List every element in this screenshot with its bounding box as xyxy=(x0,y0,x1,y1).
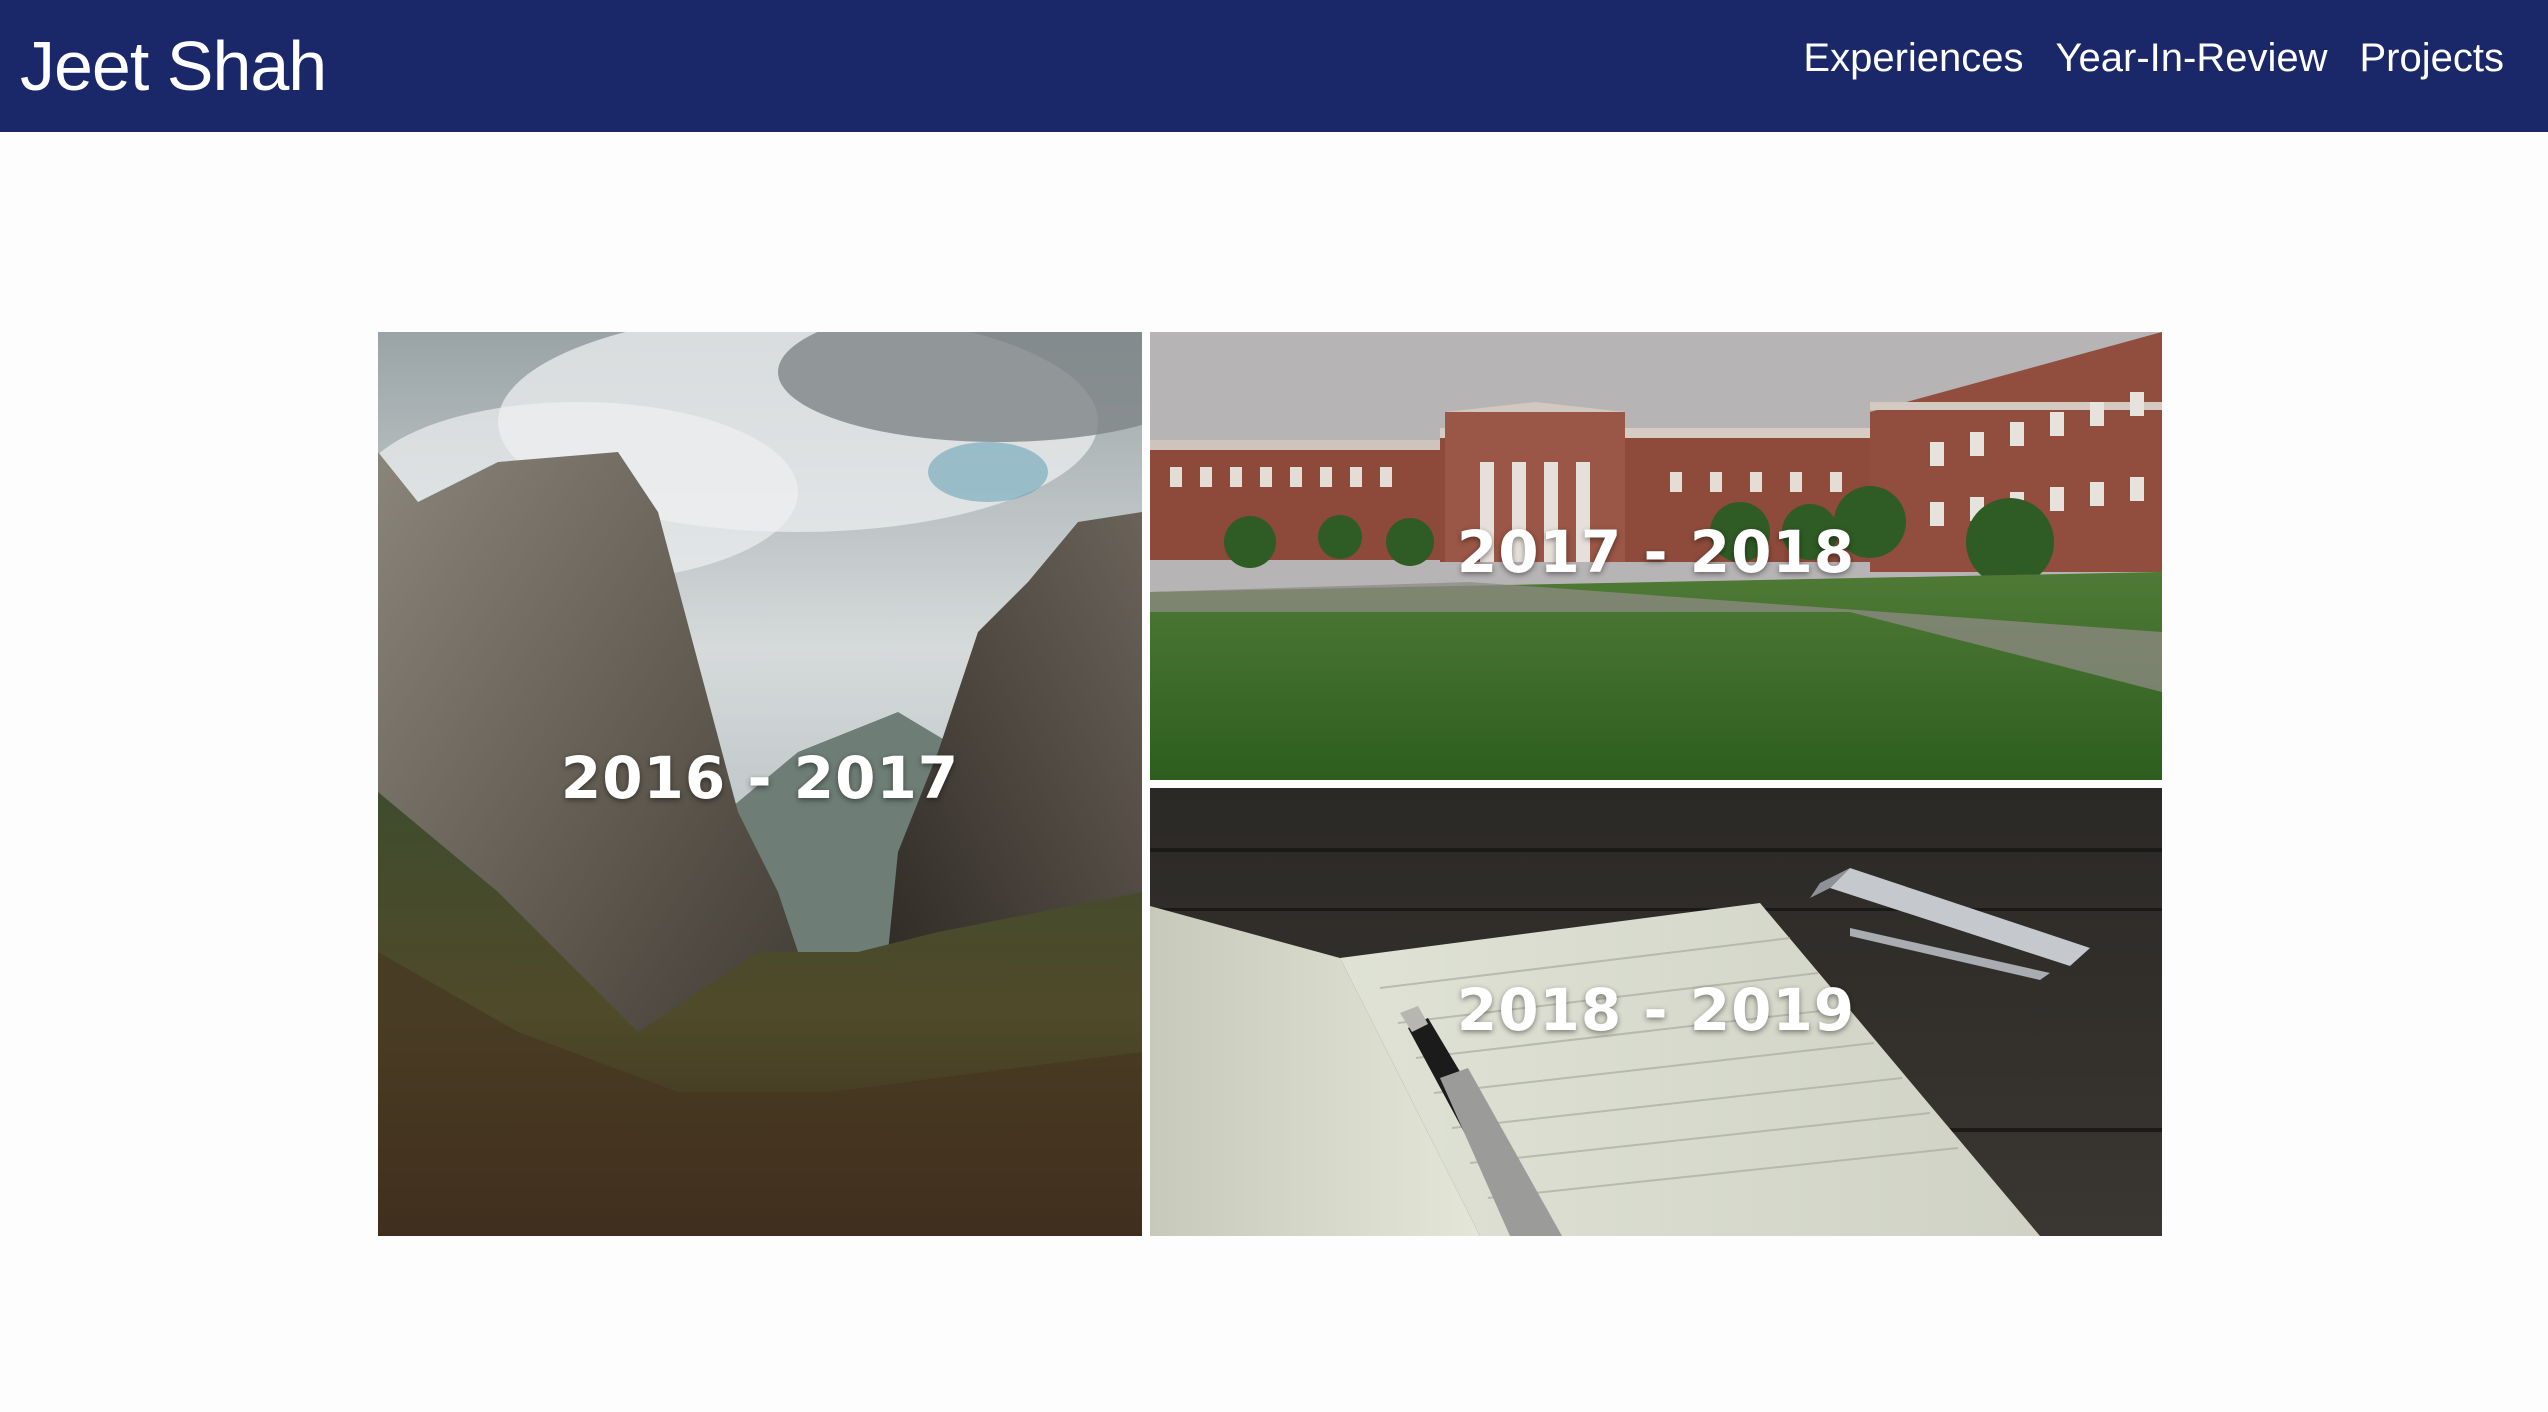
brand-logo-text[interactable]: Jeet Shah xyxy=(20,18,327,114)
nav-link-experiences[interactable]: Experiences xyxy=(1803,30,2023,86)
main-nav: Experiences Year-In-Review Projects xyxy=(1803,30,2504,86)
top-navbar: Jeet Shah Experiences Year-In-Review Pro… xyxy=(0,0,2548,132)
nav-link-projects[interactable]: Projects xyxy=(2360,30,2505,86)
year-tile-2017-2018[interactable]: 2017 - 2018 xyxy=(1150,332,2162,780)
tile-label-2016-2017: 2016 - 2017 xyxy=(560,744,960,812)
year-tile-2018-2019[interactable]: 2018 - 2019 xyxy=(1150,788,2162,1236)
tile-label-2017-2018: 2017 - 2018 xyxy=(1456,518,1856,586)
year-tile-2016-2017[interactable]: 2016 - 2017 xyxy=(378,332,1142,1236)
nav-link-year-in-review[interactable]: Year-In-Review xyxy=(2056,30,2328,86)
tile-label-2018-2019: 2018 - 2019 xyxy=(1456,976,1856,1044)
